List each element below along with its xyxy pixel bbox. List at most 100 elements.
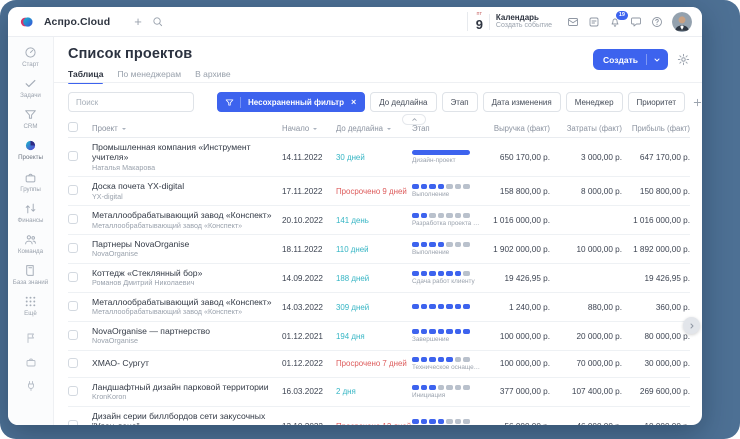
notes-icon[interactable] <box>588 16 600 28</box>
chat-icon[interactable] <box>630 16 642 28</box>
table-row[interactable]: Металлообрабатывающий завод «Конспект» М… <box>68 293 690 322</box>
project-subtitle: Наталья Макарова <box>92 164 276 173</box>
sidebar-extra-icon[interactable] <box>25 356 37 368</box>
table-body: Промышленная компания «Инструмент учител… <box>68 138 690 425</box>
row-checkbox[interactable] <box>68 420 78 425</box>
project-subtitle: NovaOrganise <box>92 250 276 259</box>
row-checkbox[interactable] <box>68 330 78 340</box>
search-icon[interactable] <box>152 16 163 27</box>
select-all-checkbox[interactable] <box>68 122 78 132</box>
project-subtitle: NovaOrganise <box>92 337 276 346</box>
filter-chip[interactable]: Дата изменения <box>483 92 561 112</box>
sidebar-item-label: База знаний <box>13 279 48 286</box>
revenue-value: 1 240,00 р. <box>488 303 550 312</box>
scroll-right-button[interactable] <box>683 317 700 334</box>
table-row[interactable]: Доска почета YX-digital YX-digital 17.11… <box>68 177 690 206</box>
stage-progress-bar <box>412 184 470 189</box>
deadline-value: 110 дней <box>336 245 412 254</box>
column-header-costs[interactable]: Затраты (факт) <box>550 124 622 133</box>
filter-chip[interactable]: До дедлайна <box>370 92 436 112</box>
revenue-value: 377 000,00 р. <box>488 387 550 396</box>
projects-table: Проект Начало До дедлайна Этап Выручка (… <box>54 119 702 425</box>
table-row[interactable]: ХМАО- Сургут 01.12.2022 Просрочено 7 дне… <box>68 351 690 378</box>
column-header-revenue[interactable]: Выручка (факт) <box>488 124 550 133</box>
table-row[interactable]: Дизайн серии биллбордов сети закусочных … <box>68 407 690 425</box>
row-checkbox[interactable] <box>68 243 78 253</box>
stage-progress-bar <box>412 329 470 334</box>
sidebar-item[interactable]: Старт <box>9 46 53 68</box>
stage-label: Выполнение <box>412 249 482 256</box>
close-icon[interactable]: × <box>351 97 356 107</box>
sidebar-item[interactable]: Финансы <box>9 202 53 224</box>
project-subtitle: Металлообрабатывающий завод «Конспект» <box>92 308 276 317</box>
filter-funnel-icon <box>225 98 234 107</box>
table-row[interactable]: Партнеры NovaOrganise NovaOrganise 18.11… <box>68 235 690 264</box>
revenue-value: 19 426,95 р. <box>488 274 550 283</box>
bell-icon[interactable]: 19 <box>609 16 621 28</box>
quick-add-button[interactable]: + <box>134 15 142 28</box>
sidebar-item[interactable]: CRM <box>9 108 53 130</box>
row-checkbox[interactable] <box>68 272 78 282</box>
calendar-day: 9 <box>476 18 483 31</box>
start-date: 20.10.2022 <box>282 216 336 225</box>
table-row[interactable]: Ландшафтный дизайн парковой территории K… <box>68 378 690 407</box>
add-filter-button[interactable] <box>690 95 702 110</box>
sidebar-menu: Старт Задачи CRM <box>9 46 53 326</box>
sidebar-item[interactable]: Задачи <box>9 77 53 99</box>
column-header-start[interactable]: Начало <box>282 124 336 133</box>
table-row[interactable]: Коттедж «Стеклянный бор» Романов Дмитрий… <box>68 264 690 293</box>
page-settings-gear-icon[interactable] <box>677 53 690 66</box>
filter-chip[interactable]: Приоритет <box>628 92 685 112</box>
table-row[interactable]: Металлообрабатывающий завод «Конспект» М… <box>68 206 690 235</box>
project-name: NovaOrganise — партнерство <box>92 326 276 336</box>
user-avatar[interactable] <box>672 12 692 32</box>
project-name: Металлообрабатывающий завод «Конспект» <box>92 297 276 307</box>
sidebar-extra-icon[interactable] <box>25 332 37 344</box>
filter-chip[interactable]: Этап <box>442 92 478 112</box>
profit-value: 647 170,00 р. <box>622 153 690 162</box>
calendar-create-event[interactable]: Создать событие <box>496 22 552 30</box>
stage-label: Техническое оснащение <box>412 364 482 371</box>
row-checkbox[interactable] <box>68 151 78 161</box>
project-subtitle: Романов Дмитрий Николаевич <box>92 279 276 288</box>
start-date: 18.11.2022 <box>282 245 336 254</box>
active-filter-chip[interactable]: Несохраненный фильтр × <box>217 92 365 112</box>
column-header-profit[interactable]: Прибыль (факт) <box>622 124 690 133</box>
row-checkbox[interactable] <box>68 214 78 224</box>
search-input[interactable] <box>68 92 194 112</box>
revenue-value: 100 000,00 р. <box>488 332 550 341</box>
column-header-stage[interactable]: Этап <box>412 124 488 133</box>
sidebar-item[interactable]: База знаний <box>9 264 53 286</box>
row-checkbox[interactable] <box>68 386 78 396</box>
costs-value: 70 000,00 р. <box>550 359 622 368</box>
collapse-table-button[interactable] <box>402 114 426 125</box>
column-header-deadline[interactable]: До дедлайна <box>336 124 412 133</box>
sidebar-item-icon <box>24 264 37 277</box>
calendar-widget[interactable]: пт 9 Календарь Создать событие <box>467 12 558 31</box>
sidebar-item[interactable]: Ещё <box>9 295 53 317</box>
brand-logo-icon <box>20 15 34 29</box>
row-checkbox[interactable] <box>68 358 78 368</box>
mail-icon[interactable] <box>567 16 579 28</box>
topbar: Аспро.Cloud + пт 9 Календарь Создать соб… <box>8 7 702 37</box>
column-header-project[interactable]: Проект <box>92 124 282 133</box>
costs-value: 880,00 р. <box>550 303 622 312</box>
table-row[interactable]: NovaOrganise — партнерство NovaOrganise … <box>68 322 690 351</box>
table-row[interactable]: Промышленная компания «Инструмент учител… <box>68 138 690 177</box>
sidebar-item-label: Финансы <box>18 217 44 224</box>
stage-label: Инициация <box>412 392 482 399</box>
sidebar-item[interactable]: Проекты <box>9 139 53 161</box>
create-button[interactable]: Создать <box>593 49 668 70</box>
sidebar-item[interactable]: Группы <box>9 171 53 193</box>
filter-chip[interactable]: Менеджер <box>566 92 623 112</box>
stage-label: Завершение <box>412 336 482 343</box>
help-icon[interactable] <box>651 16 663 28</box>
row-checkbox[interactable] <box>68 301 78 311</box>
app-window: Аспро.Cloud + пт 9 Календарь Создать соб… <box>8 7 702 425</box>
sidebar-item[interactable]: Команда <box>9 233 53 255</box>
stage-progress-bar <box>412 242 470 247</box>
row-checkbox[interactable] <box>68 185 78 195</box>
sidebar-extra-icon[interactable] <box>25 380 37 392</box>
project-subtitle: YX-digital <box>92 193 276 202</box>
chevron-down-icon[interactable] <box>653 56 668 64</box>
